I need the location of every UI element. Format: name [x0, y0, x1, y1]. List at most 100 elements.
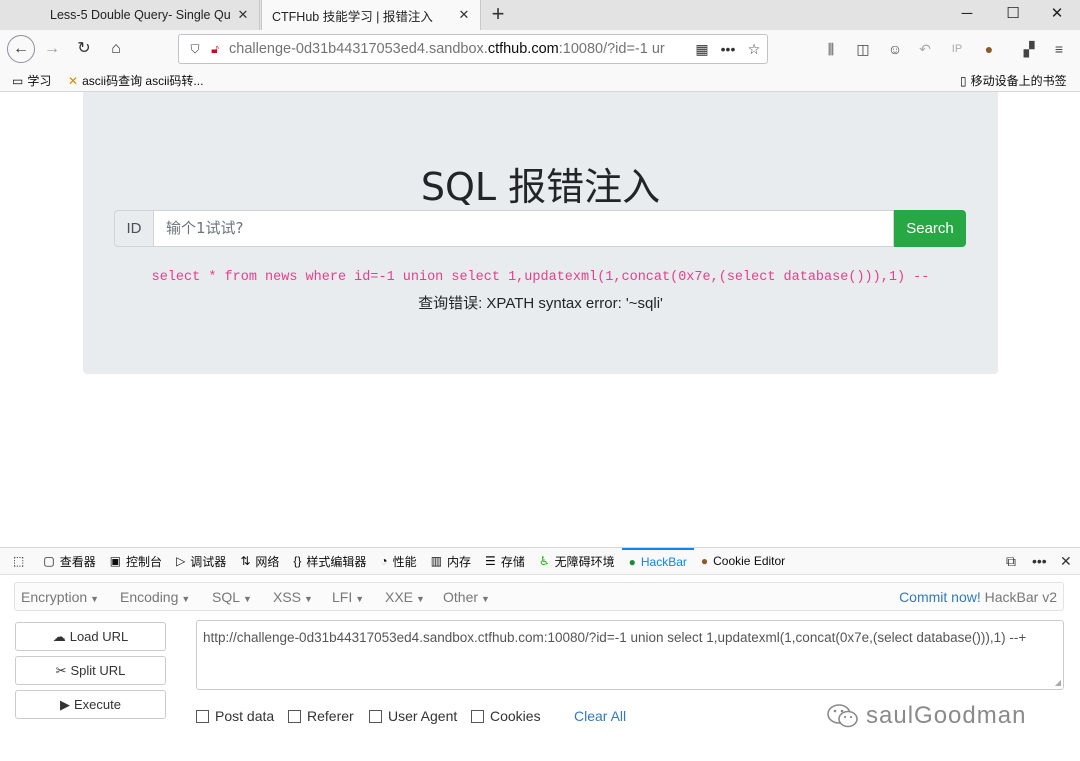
devtools-tab-style-editor[interactable]: {} 样式编辑器	[286, 548, 373, 575]
memory-icon: ▥	[430, 554, 443, 568]
devtools-tab-label: 网络	[255, 554, 280, 569]
page-content: SQL 报错注入 ID 输个1试试? Search select * from …	[0, 92, 1080, 547]
close-window-button[interactable]: ✕	[1034, 0, 1080, 30]
tab-less5[interactable]: Less-5 Double Query- Single Qu ✕	[40, 0, 260, 30]
hackbar-icon: ●	[628, 555, 636, 569]
home-button[interactable]: ⌂	[102, 35, 130, 63]
bookmark-folder-study[interactable]: ▭ 学习	[12, 72, 51, 89]
button-label: Execute	[74, 697, 121, 712]
devtools-tab-label: 存储	[500, 554, 525, 569]
forward-button[interactable]: →	[38, 35, 66, 63]
search-button[interactable]: Search	[894, 210, 966, 247]
url-bar[interactable]: ⛉ 🔓︎ challenge-0d31b44317053ed4.sandbox.…	[178, 34, 768, 64]
navigation-bar: ← → ↻ ⌂ ⛉ 🔓︎ challenge-0d31b44317053ed4.…	[0, 30, 1080, 68]
devtools-tab-label: Cookie Editor	[713, 554, 786, 568]
menu-xxe[interactable]: XXE ▼	[385, 589, 425, 605]
mobile-icon: ▯	[960, 73, 967, 88]
tab-title: Less-5 Double Query- Single Qu	[50, 8, 231, 22]
devtools-tab-accessibility[interactable]: ♿︎ 无障碍环境	[532, 548, 622, 575]
id-label: ID	[114, 210, 154, 247]
clear-all-link[interactable]: Clear All	[574, 708, 626, 724]
ip-icon[interactable]: IP	[946, 38, 968, 60]
sidebar-icon[interactable]: ◫	[852, 38, 874, 60]
library-icon[interactable]: ⫼	[820, 38, 842, 60]
menu-encryption[interactable]: Encryption ▼	[21, 589, 99, 605]
devtools-tab-memory[interactable]: ▥ 内存	[424, 548, 478, 575]
maximize-button[interactable]: ☐	[990, 0, 1036, 30]
menu-encoding[interactable]: Encoding ▼	[120, 589, 190, 605]
menu-lfi[interactable]: LFI ▼	[332, 589, 364, 605]
jumbotron: SQL 报错注入 ID 输个1试试? Search select * from …	[83, 92, 998, 374]
devtools-tab-network[interactable]: ⇅ 网络	[233, 548, 286, 575]
tab-ctfhub[interactable]: CTFHub 技能学习 | 报错注入 ✕	[261, 0, 481, 30]
qr-code-icon[interactable]: ▦	[689, 41, 715, 58]
url-textarea[interactable]: http://challenge-0d31b44317053ed4.sandbo…	[196, 620, 1064, 690]
bookmark-label: 学习	[27, 74, 52, 88]
referer-checkbox[interactable]: Referer	[288, 708, 354, 724]
devtools-tab-console[interactable]: ▣ 控制台	[103, 548, 169, 575]
post-data-checkbox[interactable]: Post data	[196, 708, 274, 724]
checkbox-box[interactable]	[369, 709, 382, 723]
hackbar-version: HackBar v2	[984, 589, 1057, 605]
minimize-button[interactable]: ─	[944, 0, 990, 30]
caret-down-icon: ▼	[181, 594, 191, 604]
caret-down-icon: ▼	[90, 594, 100, 604]
devtools-tab-label: 内存	[447, 554, 472, 569]
dock-icon[interactable]: ⧉	[1006, 548, 1016, 575]
devtools-tab-performance[interactable]: ◔ 性能	[373, 548, 423, 575]
caret-down-icon: ▼	[481, 594, 490, 604]
split-url-button[interactable]: ✂ Split URL	[15, 656, 166, 685]
checkbox-box[interactable]	[471, 709, 484, 723]
cookies-checkbox[interactable]: Cookies	[471, 708, 541, 724]
new-tab-button[interactable]: +	[485, 2, 511, 28]
menu-sql[interactable]: SQL ▼	[212, 589, 252, 605]
devtools-tab-storage[interactable]: ☰ 存储	[478, 548, 532, 575]
devtools-tab-cookie-editor[interactable]: ● Cookie Editor	[694, 548, 792, 575]
devtools-tab-hackbar[interactable]: ● HackBar	[621, 547, 694, 575]
page-title: SQL 报错注入	[420, 165, 661, 209]
profile-icon[interactable]: ☺	[884, 38, 906, 60]
shield-icon[interactable]: ⛉	[185, 42, 205, 57]
element-picker-button[interactable]: ⬚	[6, 548, 36, 575]
url-value: http://challenge-0d31b44317053ed4.sandbo…	[203, 630, 1027, 645]
more-options-icon[interactable]: •••	[1032, 548, 1047, 575]
button-label: Split URL	[70, 663, 126, 678]
tools-icon: ✕	[68, 73, 79, 88]
checkbox-box[interactable]	[288, 709, 301, 723]
devtools-tab-inspector[interactable]: ▢ 查看器	[36, 548, 102, 575]
insecure-lock-icon[interactable]: 🔓︎	[205, 42, 225, 57]
page-actions-icon[interactable]: •••	[715, 41, 741, 57]
bookmark-star-icon[interactable]: ☆	[741, 41, 767, 58]
devtools-tab-label: HackBar	[640, 555, 687, 569]
checkbox-box[interactable]	[196, 709, 209, 723]
style-editor-icon: {}	[293, 554, 302, 568]
menu-other[interactable]: Other ▼	[443, 589, 490, 605]
extensions-icon[interactable]: ▞	[1018, 38, 1040, 60]
close-icon[interactable]: ✕	[456, 7, 472, 23]
resize-grip-icon[interactable]: ◢	[1055, 678, 1061, 687]
reload-button[interactable]: ↻	[70, 35, 98, 63]
id-input[interactable]: 输个1试试?	[154, 210, 894, 247]
bookmark-label: 移动设备上的书签	[970, 74, 1067, 88]
bookmark-ascii[interactable]: ✕ ascii码查询 ascii码转...	[68, 72, 203, 89]
close-icon[interactable]: ✕	[235, 7, 251, 23]
cookie-icon[interactable]: ●	[978, 38, 1000, 60]
bookmark-mobile[interactable]: ▯ 移动设备上的书签	[960, 72, 1067, 89]
user-agent-checkbox[interactable]: User Agent	[369, 708, 457, 724]
undo-icon[interactable]: ↶	[914, 38, 936, 60]
url-text[interactable]: challenge-0d31b44317053ed4.sandbox.ctfhu…	[225, 41, 689, 57]
load-url-button[interactable]: ☁ Load URL	[15, 622, 166, 651]
close-devtools-icon[interactable]: ✕	[1060, 548, 1072, 575]
cloud-download-icon: ☁	[52, 629, 66, 644]
commit-link[interactable]: Commit now!	[899, 589, 981, 605]
back-button[interactable]: ←	[7, 35, 35, 63]
play-icon: ▶	[60, 697, 70, 712]
bookmark-label: ascii码查询 ascii码转...	[82, 74, 204, 88]
caret-down-icon: ▼	[243, 594, 252, 604]
devtools-tab-label: 调试器	[190, 554, 227, 569]
menu-xss[interactable]: XSS ▼	[273, 589, 313, 605]
execute-button[interactable]: ▶ Execute	[15, 690, 166, 719]
devtools-tab-debugger[interactable]: ▷ 调试器	[169, 548, 233, 575]
menu-icon[interactable]: ≡	[1048, 38, 1070, 60]
watermark-text: saulGoodman	[866, 702, 1027, 729]
